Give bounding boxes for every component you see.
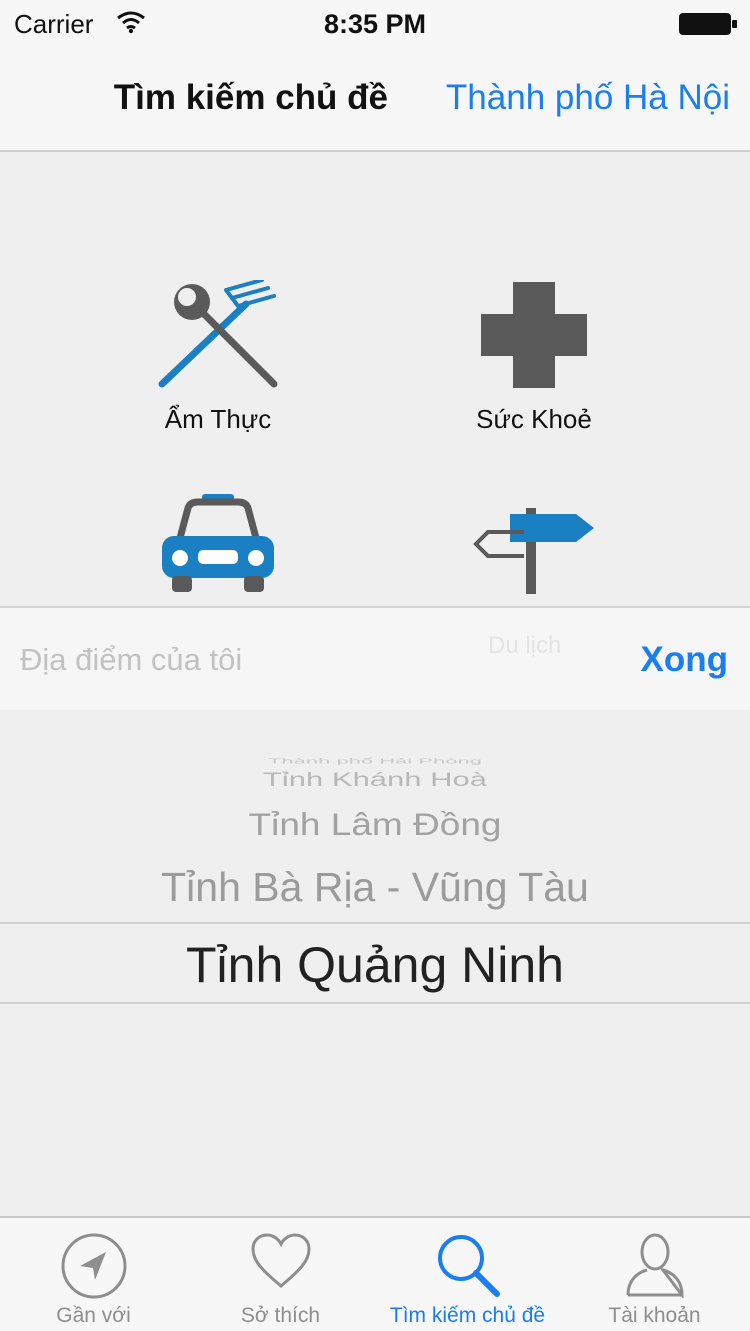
picker-option[interactable]: Tỉnh Khánh Hoà — [0, 769, 750, 791]
category-grid: Ẩm Thực Sức Khoẻ — [0, 152, 750, 606]
tab-bar: Gần với Sở thích Tìm kiếm chủ đề Tài kho… — [0, 1216, 750, 1331]
picker-toolbar: Du lịch Địa điểm của tôi Xong — [0, 606, 750, 710]
search-icon — [437, 1235, 500, 1297]
person-icon — [626, 1233, 684, 1298]
health-cross-icon — [481, 282, 587, 388]
status-time: 8:35 PM — [323, 9, 427, 39]
category-travel[interactable] — [374, 502, 694, 594]
signpost-icon — [473, 508, 594, 594]
picker-option[interactable]: Tỉnh Lâm Đồng — [0, 807, 750, 843]
taxi-icon — [162, 494, 274, 592]
category-label: Ẩm Thực — [164, 404, 272, 434]
tab-label: Tài khoản — [608, 1304, 701, 1327]
dining-icon — [158, 280, 278, 388]
province-picker[interactable]: Thành phố Hải Phòng Tỉnh Khánh Hoà Tỉnh … — [0, 710, 750, 1216]
category-transport[interactable] — [58, 492, 378, 596]
category-health[interactable]: Sức Khoẻ — [374, 280, 694, 435]
done-button[interactable]: Xong — [641, 640, 728, 680]
picker-option[interactable]: Tỉnh Bà Rịa - Vũng Tàu — [0, 864, 750, 911]
navigation-bar: Tìm kiếm chủ đề Thành phố Hà Nội — [0, 50, 750, 152]
city-selector-button[interactable]: Thành phố Hà Nội — [446, 78, 730, 118]
category-label: Sức Khoẻ — [476, 404, 592, 434]
tab-favorites[interactable]: Sở thích — [187, 1218, 374, 1331]
page-title: Tìm kiếm chủ đề — [113, 78, 388, 117]
tab-account[interactable]: Tài khoản — [561, 1218, 748, 1331]
location-arrow-icon — [61, 1233, 126, 1299]
status-bar: Carrier 8:35 PM — [0, 0, 750, 50]
tab-search[interactable]: Tìm kiếm chủ đề — [374, 1218, 561, 1331]
tab-nearby[interactable]: Gần với — [0, 1218, 187, 1331]
heart-icon — [250, 1233, 311, 1288]
tab-label: Gần với — [56, 1304, 131, 1327]
category-dining[interactable]: Ẩm Thực — [58, 280, 378, 435]
tab-label: Tìm kiếm chủ đề — [389, 1304, 546, 1327]
picker-option[interactable]: Thành phố Hải Phòng — [0, 756, 750, 765]
picker-option-selected[interactable]: Tỉnh Quảng Ninh — [0, 936, 750, 994]
category-label-obscured: Du lịch — [488, 632, 562, 659]
location-field-placeholder: Địa điểm của tôi — [20, 642, 243, 677]
battery-icon — [679, 13, 737, 35]
tab-label: Sở thích — [240, 1304, 321, 1327]
